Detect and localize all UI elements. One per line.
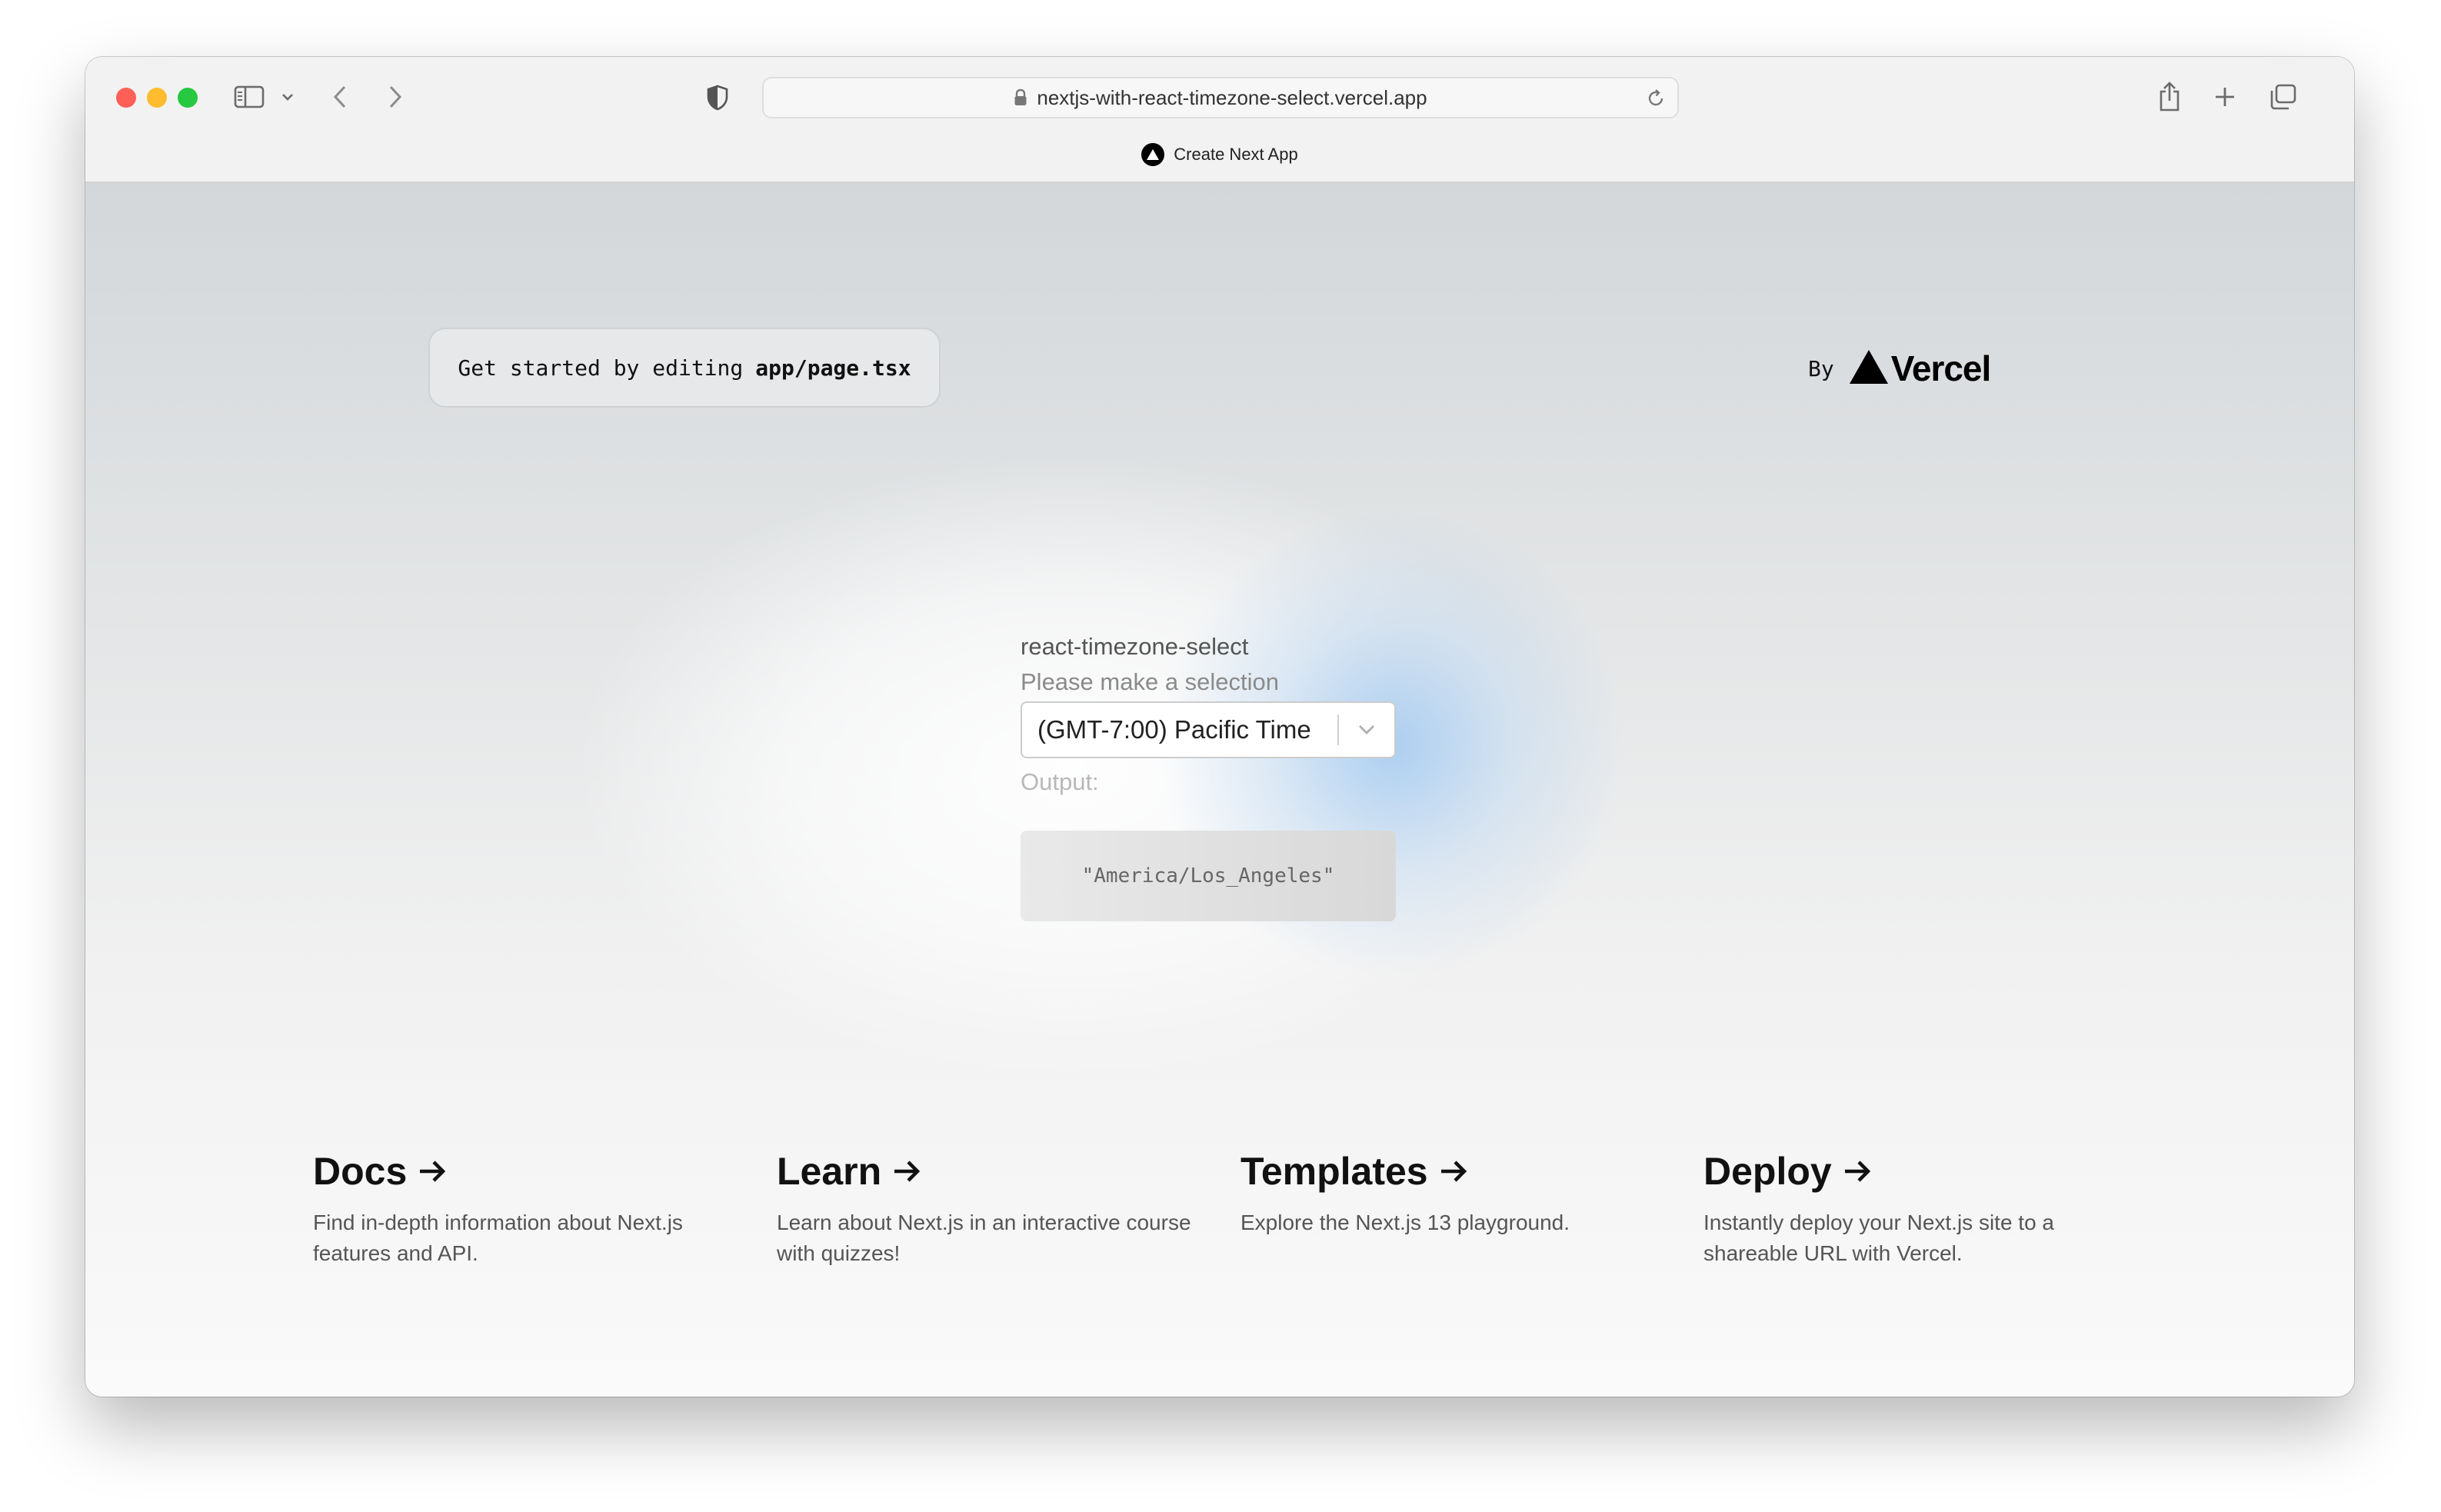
output-value: "America/Los_Angeles" [1081,864,1335,888]
arrow-right-icon [892,1160,921,1183]
card-title: Templates [1240,1150,1428,1193]
card-description: Learn about Next.js in an interactive co… [777,1211,1191,1265]
arrow-right-icon [418,1160,447,1183]
output-value-box: "America/Los_Angeles" [1021,831,1396,921]
timezone-selected-value: (GMT-7:00) Pacific Time [1037,715,1311,744]
arrow-right-icon [1439,1160,1468,1183]
timezone-select-block: react-timezone-select Please make a sele… [1021,629,1397,921]
page-content: Get started by editing app/page.tsx By V… [85,183,2354,1397]
browser-window: nextjs-with-react-timezone-select.vercel… [85,57,2354,1397]
privacy-shield-icon[interactable] [704,83,731,112]
timezone-select[interactable]: (GMT-7:00) Pacific Time [1021,701,1396,758]
share-icon[interactable] [2154,78,2185,115]
forward-arrow-icon[interactable] [384,82,407,112]
get-started-banner: Get started by editing app/page.tsx [428,328,941,408]
minimize-window-button[interactable] [147,88,167,108]
back-arrow-icon[interactable] [328,82,351,112]
card-title: Learn [777,1150,882,1193]
get-started-text: Get started by editing [458,355,744,381]
vercel-logo-text: Vercel [1890,348,1992,388]
chevron-down-icon[interactable] [279,88,296,106]
code-filename: app/page.tsx [755,355,911,381]
tab-title[interactable]: Create Next App [85,143,2354,166]
chevron-down-icon[interactable] [1339,724,1394,736]
by-label: By [1808,355,1834,381]
timezone-subtitle: Please make a selection [1021,668,1280,695]
card-docs[interactable]: Docs Find in-depth information about Nex… [313,1144,744,1269]
arrow-right-icon [1843,1160,1872,1183]
card-description: Instantly deploy your Next.js site to a … [1703,1211,2054,1265]
sidebar-toggle-icon[interactable] [233,83,265,111]
tab-overview-icon[interactable] [2266,82,2299,112]
by-vercel-link[interactable]: By Vercel [1808,348,1992,389]
address-bar[interactable]: nextjs-with-react-timezone-select.vercel… [762,77,1679,118]
card-description: Find in-depth information about Next.js … [313,1211,683,1265]
card-templates[interactable]: Templates Explore the Next.js 13 playgro… [1240,1144,1671,1238]
nextjs-favicon-icon [1141,143,1165,166]
new-tab-plus-icon[interactable] [2211,83,2239,111]
url-text: nextjs-with-react-timezone-select.vercel… [1037,85,1427,109]
timezone-title: react-timezone-select [1021,633,1249,660]
output-label: Output: [1021,768,1099,795]
zoom-window-button[interactable] [178,88,198,108]
link-cards: Docs Find in-depth information about Nex… [313,1144,2190,1298]
card-description: Explore the Next.js 13 playground. [1240,1211,1570,1234]
close-window-button[interactable] [116,88,136,108]
vercel-logo-icon [1849,349,1888,388]
lock-icon [1014,88,1027,107]
card-deploy[interactable]: Deploy Instantly deploy your Next.js sit… [1703,1144,2134,1269]
browser-toolbar: nextjs-with-react-timezone-select.vercel… [85,57,2354,183]
card-title: Docs [313,1150,408,1193]
card-learn[interactable]: Learn Learn about Next.js in an interact… [777,1144,1207,1269]
card-title: Deploy [1703,1150,1832,1193]
reload-icon[interactable] [1645,88,1667,113]
tab-title-text: Create Next App [1174,145,1298,164]
